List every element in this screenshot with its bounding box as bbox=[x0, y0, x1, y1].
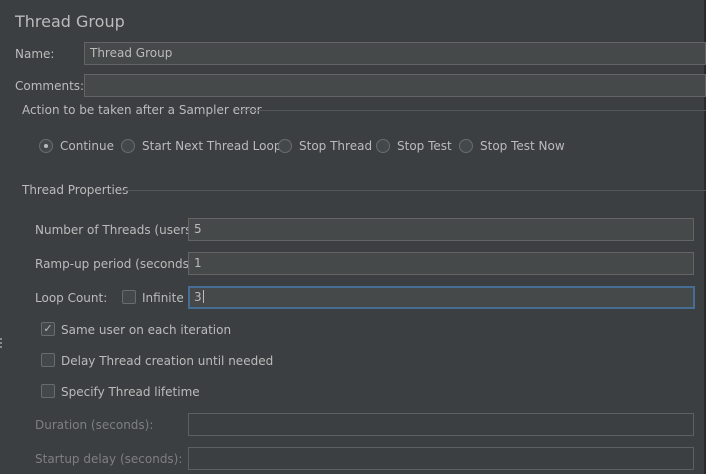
radio-stop-thread-label[interactable]: Stop Thread bbox=[299, 138, 372, 154]
comments-field[interactable] bbox=[84, 74, 706, 97]
same-user-checkbox[interactable]: ✓ bbox=[41, 322, 55, 336]
name-label: Name: bbox=[15, 47, 55, 61]
startup-delay-input bbox=[188, 447, 694, 470]
infinite-label[interactable]: Infinite bbox=[142, 290, 184, 306]
threads-input[interactable]: 5 bbox=[188, 218, 694, 241]
comments-label: Comments: bbox=[15, 79, 85, 93]
thread-properties-section-title: Thread Properties bbox=[22, 183, 129, 197]
loop-count-label: Loop Count: bbox=[35, 291, 108, 305]
delay-thread-checkbox[interactable] bbox=[41, 353, 55, 367]
radio-stop-thread-indicator[interactable] bbox=[278, 139, 292, 153]
name-field[interactable]: Thread Group bbox=[84, 42, 706, 65]
loop-count-input[interactable]: 3 bbox=[188, 286, 695, 309]
delay-thread-label[interactable]: Delay Thread creation until needed bbox=[61, 353, 273, 369]
radio-start-next-thread-loop-label[interactable]: Start Next Thread Loop bbox=[142, 138, 281, 154]
duration-label: Duration (seconds): bbox=[35, 418, 154, 432]
loop-count-value: 3 bbox=[194, 290, 202, 304]
rampup-input[interactable]: 1 bbox=[188, 252, 694, 275]
radio-stop-test-now-label[interactable]: Stop Test Now bbox=[480, 138, 565, 154]
splitter-grip-icon[interactable] bbox=[0, 338, 3, 352]
radio-continue-indicator[interactable] bbox=[39, 139, 53, 153]
sampler-error-section-title: Action to be taken after a Sampler error bbox=[22, 103, 262, 117]
radio-stop-test-label[interactable]: Stop Test bbox=[397, 138, 452, 154]
checkmark-icon: ✓ bbox=[43, 322, 53, 335]
radio-continue-label[interactable]: Continue bbox=[60, 138, 114, 154]
section-divider bbox=[236, 110, 706, 111]
radio-stop-test-indicator[interactable] bbox=[376, 139, 390, 153]
thread-lifetime-checkbox[interactable] bbox=[41, 384, 55, 398]
section-divider bbox=[122, 190, 706, 191]
threads-label: Number of Threads (users): bbox=[35, 223, 201, 237]
thread-lifetime-label[interactable]: Specify Thread lifetime bbox=[61, 384, 200, 400]
text-caret bbox=[202, 290, 204, 303]
startup-delay-label: Startup delay (seconds): bbox=[35, 452, 183, 466]
radio-start-next-thread-loop-indicator[interactable] bbox=[121, 139, 135, 153]
page-title: Thread Group bbox=[15, 12, 125, 31]
radio-stop-test-now-indicator[interactable] bbox=[459, 139, 473, 153]
rampup-label: Ramp-up period (seconds): bbox=[35, 257, 198, 271]
duration-input bbox=[188, 413, 694, 436]
same-user-label[interactable]: Same user on each iteration bbox=[61, 322, 231, 338]
infinite-checkbox[interactable] bbox=[122, 290, 136, 304]
